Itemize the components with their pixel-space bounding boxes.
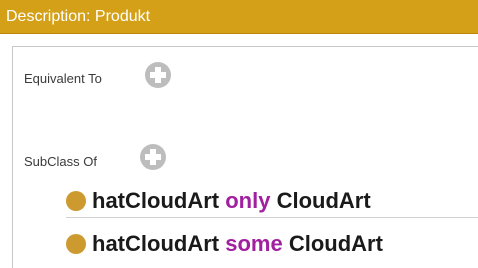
panel-header: Description: Produkt xyxy=(0,0,478,34)
axiom-property: hatCloudArt xyxy=(92,231,220,256)
axiom-filler: CloudArt xyxy=(288,231,383,256)
axiom-keyword: some xyxy=(225,231,283,256)
description-panel: Description: Produkt Equivalent To SubCl… xyxy=(0,0,478,268)
subclass-of-label: SubClass Of xyxy=(24,154,97,169)
subclass-axiom-row[interactable]: hatCloudArt only CloudArt xyxy=(66,184,478,218)
axiom-filler: CloudArt xyxy=(276,188,371,213)
axiom-property: hatCloudArt xyxy=(92,188,220,213)
axiom-keyword: only xyxy=(225,188,271,213)
class-bullet-icon xyxy=(66,191,86,211)
add-equivalent-to-button[interactable] xyxy=(145,62,171,88)
add-subclass-of-button[interactable] xyxy=(140,144,166,170)
subclass-axiom-row[interactable]: hatCloudArt some CloudArt xyxy=(66,227,478,261)
class-bullet-icon xyxy=(66,234,86,254)
equivalent-to-label: Equivalent To xyxy=(24,71,102,86)
axiom-expression: hatCloudArt only CloudArt xyxy=(92,188,371,214)
panel-title: Description: Produkt xyxy=(6,8,151,25)
axiom-expression: hatCloudArt some CloudArt xyxy=(92,231,383,257)
